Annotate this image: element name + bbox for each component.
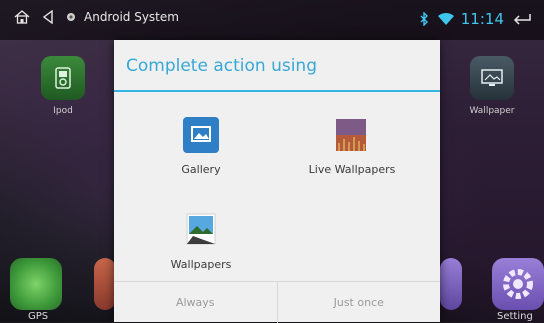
home-icon[interactable] bbox=[14, 10, 30, 24]
dock-label-setting: Setting bbox=[497, 311, 533, 322]
app-wallpaper[interactable]: Wallpaper bbox=[464, 56, 520, 116]
notification-title: Android System bbox=[84, 10, 179, 24]
option-label: Gallery bbox=[181, 163, 221, 176]
live-wallpapers-icon bbox=[334, 117, 370, 153]
dialog-title: Complete action using bbox=[126, 56, 317, 76]
app-label: Ipod bbox=[53, 106, 73, 116]
music-dock-icon[interactable] bbox=[94, 258, 116, 310]
complete-action-dialog: Complete action using Gallery Live Wallp… bbox=[114, 40, 440, 323]
dialog-button-row: Always Just once bbox=[114, 281, 440, 323]
wifi-icon bbox=[437, 12, 455, 26]
title-divider bbox=[114, 90, 440, 92]
android-notification-icon bbox=[66, 12, 76, 22]
gallery-icon bbox=[183, 117, 219, 153]
option-label: Wallpapers bbox=[170, 258, 232, 271]
app-ipod[interactable]: Ipod bbox=[35, 56, 91, 116]
gps-icon[interactable] bbox=[10, 258, 62, 310]
music-dock-icon-right[interactable] bbox=[440, 258, 462, 310]
option-label: Live Wallpapers bbox=[308, 163, 396, 176]
ipod-icon bbox=[41, 56, 85, 100]
status-bar: Android System 11:14 bbox=[0, 0, 544, 40]
bluetooth-icon bbox=[420, 12, 429, 26]
just-once-button[interactable]: Just once bbox=[276, 282, 441, 323]
wallpapers-icon bbox=[183, 212, 219, 248]
option-live-wallpapers[interactable]: Live Wallpapers bbox=[297, 117, 407, 176]
option-gallery[interactable]: Gallery bbox=[151, 117, 251, 176]
wallpaper-app-icon bbox=[470, 56, 514, 100]
return-icon[interactable] bbox=[512, 12, 532, 26]
always-button[interactable]: Always bbox=[114, 282, 277, 323]
clock: 11:14 bbox=[460, 10, 504, 28]
dock-label-gps: GPS bbox=[28, 311, 49, 322]
option-wallpapers[interactable]: Wallpapers bbox=[151, 212, 251, 271]
back-icon[interactable] bbox=[42, 10, 54, 24]
app-label: Wallpaper bbox=[469, 106, 515, 116]
setting-gear-icon[interactable] bbox=[492, 258, 544, 310]
